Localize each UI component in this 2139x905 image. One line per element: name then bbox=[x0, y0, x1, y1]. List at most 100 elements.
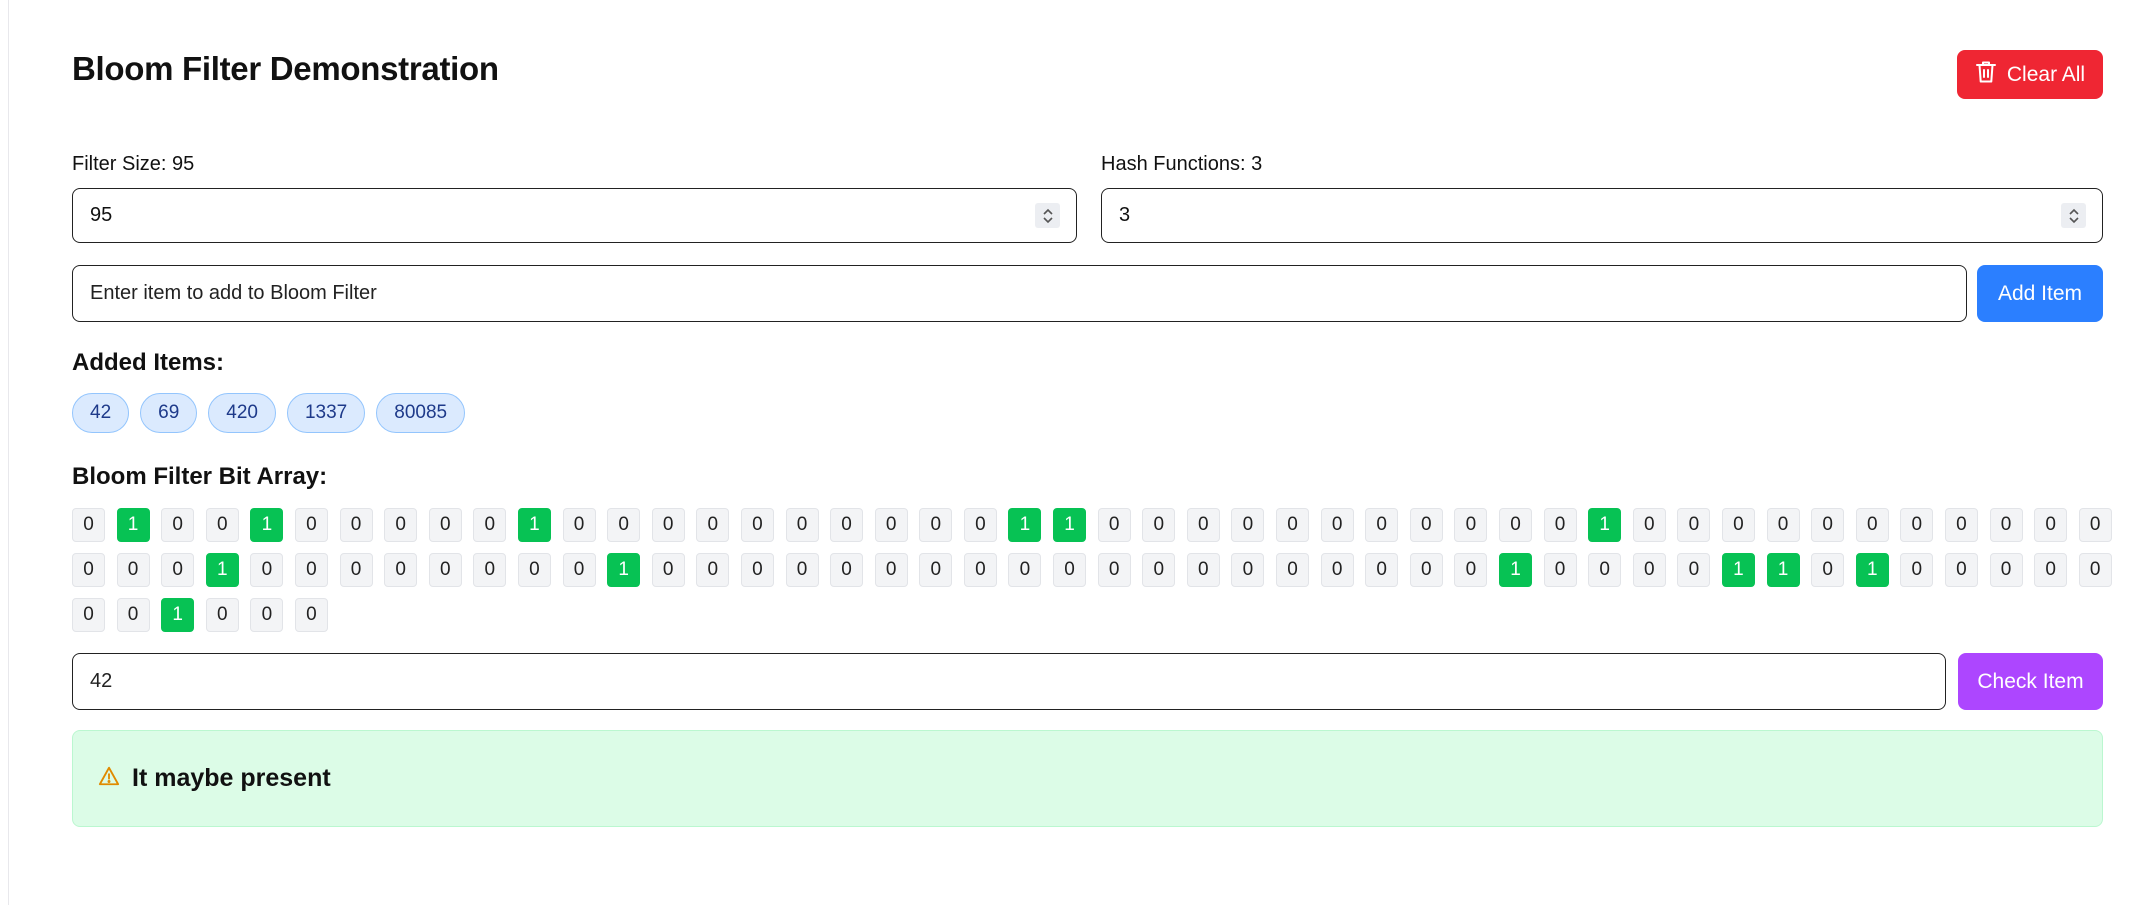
bit-cell: 0 bbox=[116, 598, 150, 632]
bit-cell: 0 bbox=[1320, 553, 1354, 587]
bit-cell: 0 bbox=[1320, 508, 1354, 542]
check-item-button[interactable]: Check Item bbox=[1958, 653, 2103, 710]
bit-cell: 0 bbox=[1454, 508, 1488, 542]
clear-all-button[interactable]: Clear All bbox=[1957, 50, 2103, 99]
bit-cell: 0 bbox=[294, 553, 328, 587]
add-item-input[interactable]: Enter item to add to Bloom Filter bbox=[72, 265, 1967, 322]
trash-icon bbox=[1975, 60, 1997, 90]
bit-cell: 0 bbox=[1186, 508, 1220, 542]
bit-cell: 0 bbox=[1365, 508, 1399, 542]
bit-array-grid: 0100100000100000000001100000000000100000… bbox=[72, 508, 2112, 632]
bit-cell: 0 bbox=[740, 553, 774, 587]
bit-cell: 0 bbox=[1276, 553, 1310, 587]
bit-cell: 1 bbox=[1855, 553, 1889, 587]
bit-cell: 0 bbox=[1989, 553, 2023, 587]
filter-size-label: Filter Size: 95 bbox=[72, 153, 195, 175]
added-item-chip: 80085 bbox=[376, 393, 466, 433]
bit-cell: 0 bbox=[1721, 508, 1755, 542]
bit-cell: 0 bbox=[1097, 508, 1131, 542]
hash-functions-stepper[interactable] bbox=[2061, 203, 2086, 228]
bit-cell: 1 bbox=[1499, 553, 1532, 587]
bit-cell: 1 bbox=[1766, 553, 1800, 587]
bit-cell: 0 bbox=[1053, 553, 1087, 587]
bit-cell: 1 bbox=[116, 508, 150, 542]
added-item-chip: 420 bbox=[208, 393, 276, 433]
bit-cell: 0 bbox=[1766, 508, 1800, 542]
bit-cell: 1 bbox=[1008, 508, 1042, 542]
bit-cell: 0 bbox=[72, 553, 105, 587]
bit-cell: 0 bbox=[562, 553, 596, 587]
bit-cell: 1 bbox=[517, 508, 551, 542]
bit-cell: 0 bbox=[1632, 508, 1666, 542]
bit-cell: 1 bbox=[607, 553, 641, 587]
bit-cell: 0 bbox=[1543, 508, 1577, 542]
bit-cell: 0 bbox=[205, 508, 239, 542]
bit-cell: 0 bbox=[1811, 508, 1845, 542]
add-item-button[interactable]: Add Item bbox=[1977, 265, 2103, 322]
hash-functions-value: 3 bbox=[1119, 204, 1131, 226]
bit-cell: 0 bbox=[785, 553, 819, 587]
bit-cell: 0 bbox=[1588, 553, 1622, 587]
bit-cell: 0 bbox=[428, 553, 462, 587]
bit-cell: 0 bbox=[161, 553, 195, 587]
filter-size-value: 95 bbox=[90, 204, 113, 226]
bit-cell: 0 bbox=[1276, 508, 1310, 542]
hash-functions-label: Hash Functions: 3 bbox=[1101, 153, 1263, 175]
bit-cell: 0 bbox=[696, 508, 730, 542]
hash-functions-input[interactable]: 3 bbox=[1101, 188, 2103, 243]
bit-cell: 0 bbox=[1409, 553, 1443, 587]
bit-cell: 0 bbox=[1900, 508, 1934, 542]
warning-icon bbox=[98, 765, 120, 792]
bit-cell: 0 bbox=[205, 598, 239, 632]
bit-cell: 0 bbox=[1231, 508, 1265, 542]
bit-cell: 0 bbox=[830, 553, 864, 587]
bit-cell: 0 bbox=[963, 508, 997, 542]
bit-cell: 0 bbox=[1365, 553, 1399, 587]
chevron-up-icon bbox=[1042, 208, 1053, 215]
filter-size-input[interactable]: 95 bbox=[72, 188, 1077, 243]
bit-cell: 0 bbox=[1008, 553, 1042, 587]
bit-cell: 0 bbox=[1855, 508, 1889, 542]
bit-cell: 0 bbox=[1097, 553, 1131, 587]
bit-cell: 0 bbox=[874, 553, 908, 587]
bit-cell: 1 bbox=[250, 508, 284, 542]
bit-cell: 0 bbox=[740, 508, 774, 542]
bloom-filter-card: Bloom Filter Demonstration Clear All Fil… bbox=[8, 0, 2139, 905]
filter-size-stepper[interactable] bbox=[1035, 203, 1060, 228]
added-item-chip: 42 bbox=[72, 393, 130, 433]
bit-cell: 0 bbox=[428, 508, 462, 542]
bit-cell: 0 bbox=[72, 598, 105, 632]
bit-cell: 0 bbox=[473, 508, 507, 542]
bit-cell: 0 bbox=[1142, 553, 1176, 587]
bit-cell: 0 bbox=[2034, 508, 2068, 542]
bit-cell: 0 bbox=[1811, 553, 1845, 587]
bit-cell: 0 bbox=[562, 508, 596, 542]
bit-cell: 0 bbox=[651, 508, 685, 542]
check-item-input[interactable]: 42 bbox=[72, 653, 1946, 710]
bit-cell: 0 bbox=[116, 553, 150, 587]
bit-cell: 0 bbox=[2078, 553, 2112, 587]
bit-cell: 0 bbox=[517, 553, 551, 587]
bit-cell: 0 bbox=[607, 508, 641, 542]
bit-cell: 0 bbox=[473, 553, 507, 587]
bit-cell: 1 bbox=[205, 553, 239, 587]
bit-array-heading: Bloom Filter Bit Array: bbox=[72, 463, 328, 490]
result-banner: It maybe present bbox=[72, 730, 2103, 827]
added-items-heading: Added Items: bbox=[72, 349, 225, 376]
result-message: It maybe present bbox=[132, 764, 331, 792]
chevron-up-icon bbox=[2068, 208, 2079, 215]
bit-cell: 0 bbox=[384, 553, 418, 587]
bit-cell: 0 bbox=[1499, 508, 1532, 542]
bit-cell: 1 bbox=[1588, 508, 1622, 542]
bit-cell: 0 bbox=[1231, 553, 1265, 587]
bit-cell: 0 bbox=[1989, 508, 2023, 542]
bit-cell: 0 bbox=[384, 508, 418, 542]
bit-cell: 0 bbox=[1454, 553, 1488, 587]
add-item-placeholder: Enter item to add to Bloom Filter bbox=[90, 282, 377, 304]
added-item-chip: 1337 bbox=[286, 393, 366, 433]
bit-cell: 0 bbox=[696, 553, 730, 587]
bit-cell: 0 bbox=[250, 553, 284, 587]
bit-cell: 0 bbox=[2034, 553, 2068, 587]
bit-cell: 0 bbox=[1677, 508, 1711, 542]
bit-cell: 0 bbox=[830, 508, 864, 542]
